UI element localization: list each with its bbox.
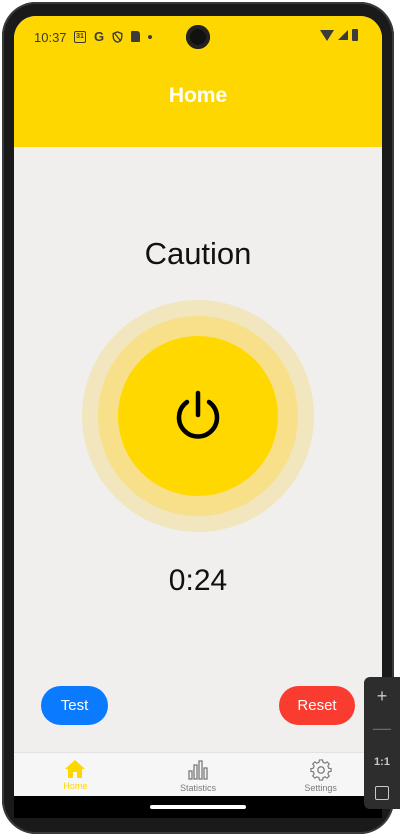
actual-size-button[interactable]: 1:1 [364, 747, 400, 777]
zoom-out-button[interactable]: — [364, 713, 400, 743]
emulator-side-toolbar: + — 1:1 [364, 677, 400, 809]
nav-item-statistics[interactable]: Statistics [137, 753, 260, 796]
status-time: 10:37 [34, 30, 67, 45]
cellular-signal-icon [338, 30, 348, 40]
page-title: Home [168, 84, 228, 107]
fit-screen-button[interactable] [364, 777, 400, 807]
home-indicator[interactable] [150, 805, 246, 809]
bar-chart-icon [188, 760, 208, 780]
nav-label-settings: Settings [304, 783, 337, 793]
gesture-bar-area [14, 796, 382, 818]
status-system-icons [320, 29, 358, 41]
calendar-icon: 31 [74, 30, 86, 43]
status-bar: 10:37 31 G [14, 16, 382, 56]
front-camera [186, 25, 210, 49]
app-screen: 10:37 31 G Home Caution 0:24 Test Reset … [14, 16, 382, 796]
more-notifications-dot [148, 34, 153, 39]
status-notification-icons: 31 G [74, 29, 153, 44]
fit-screen-icon [375, 786, 389, 801]
test-button[interactable]: Test [41, 686, 108, 725]
zoom-in-button[interactable]: + [364, 681, 400, 711]
nav-item-home[interactable]: Home [14, 753, 137, 796]
app-header: 10:37 31 G Home [14, 16, 382, 147]
alert-status-text: Caution [144, 236, 252, 271]
wifi-icon [320, 29, 334, 41]
nav-label-home: Home [63, 781, 88, 791]
home-icon [65, 760, 86, 778]
reset-button[interactable]: Reset [279, 686, 355, 725]
sd-card-icon [131, 31, 141, 42]
battery-icon [352, 29, 358, 41]
gear-icon [309, 759, 332, 781]
shield-icon [112, 30, 123, 43]
device: 10:37 31 G Home Caution 0:24 Test Reset … [0, 0, 400, 837]
power-button[interactable] [118, 336, 278, 496]
elapsed-timer: 0:24 [168, 564, 228, 597]
nav-label-statistics: Statistics [180, 783, 217, 793]
bottom-nav: Home Statistics Settings [14, 752, 382, 796]
power-icon [176, 390, 220, 439]
google-icon: G [94, 29, 105, 44]
